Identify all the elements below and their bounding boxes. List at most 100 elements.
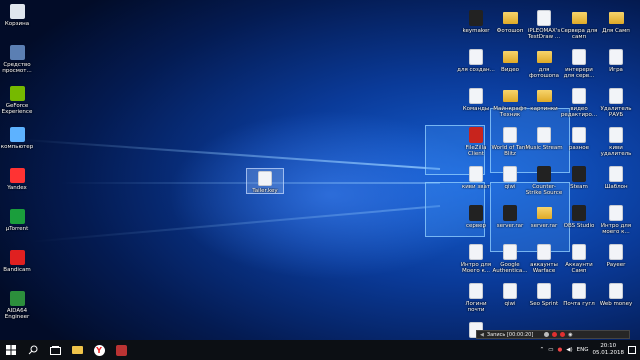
camera-icon[interactable]: ◉ bbox=[568, 332, 572, 338]
language-indicator[interactable]: ENG bbox=[577, 347, 589, 353]
desktop-shortcut[interactable]: Аккаунти Самп bbox=[560, 244, 598, 274]
desktop-shortcut[interactable]: Music Stream bbox=[525, 127, 563, 151]
shortcut-label: server.rar bbox=[496, 223, 524, 229]
document-icon bbox=[503, 127, 517, 143]
shortcut-label: Интро для Моего к... bbox=[460, 262, 492, 274]
desktop-shortcut[interactable]: Майнкрафт Техник bbox=[491, 88, 529, 118]
obs-icon bbox=[572, 205, 586, 221]
document-icon bbox=[537, 10, 551, 26]
desktop-shortcut[interactable]: для создан... bbox=[457, 49, 495, 73]
folder-icon bbox=[536, 90, 552, 102]
desktop-shortcut[interactable]: Yandex bbox=[0, 168, 34, 191]
desktop-shortcut[interactable]: server.rar bbox=[525, 205, 563, 229]
desktop-shortcut[interactable]: Payeer bbox=[597, 244, 635, 268]
desktop-shortcut[interactable]: Удалитель РАУБ bbox=[597, 88, 635, 118]
desktop-shortcut[interactable]: World of Tank Blitz bbox=[491, 127, 529, 157]
desktop-shortcut[interactable]: Корзина bbox=[0, 4, 34, 27]
desktop-shortcut[interactable]: FileZilla Client bbox=[457, 127, 495, 157]
shortcut-label: Видео bbox=[501, 67, 519, 73]
desktop-shortcut[interactable]: Web money bbox=[597, 283, 635, 307]
shortcut-label: Payeer bbox=[606, 262, 626, 268]
shortcut-label: Music Stream bbox=[525, 145, 563, 151]
winrar-icon bbox=[469, 205, 483, 221]
search-button[interactable] bbox=[22, 340, 44, 360]
desktop-shortcut[interactable]: Counter-Strike Source bbox=[525, 166, 563, 196]
desktop-shortcut[interactable]: Интро для моего к... bbox=[597, 205, 635, 235]
desktop-shortcut[interactable]: keymaker bbox=[457, 10, 495, 34]
desktop-shortcut[interactable]: Bandicam bbox=[0, 250, 34, 273]
shortcut-label: µTorrent bbox=[5, 226, 29, 232]
desktop-file-tailer-key[interactable]: Tailer.key bbox=[246, 168, 284, 194]
desktop-shortcut[interactable]: Средство просмот... bbox=[0, 45, 34, 74]
document-icon bbox=[609, 127, 623, 143]
desktop-shortcut[interactable]: для фотошопа bbox=[525, 49, 563, 79]
document-icon bbox=[537, 244, 551, 260]
desktop-shortcut[interactable]: OBS Studio bbox=[560, 205, 598, 229]
show-hidden-icons[interactable]: ⌃ bbox=[540, 347, 545, 353]
desktop-shortcut[interactable]: Шаблон bbox=[597, 166, 635, 190]
desktop-shortcut[interactable]: iPLEOMAX's TestDraw ... bbox=[525, 10, 563, 40]
document-icon bbox=[503, 244, 517, 260]
network-icon[interactable]: ▭ bbox=[548, 347, 553, 353]
cs-source-icon bbox=[537, 166, 551, 182]
desktop-shortcut[interactable]: сервер bbox=[457, 205, 495, 229]
desktop-shortcut[interactable]: qiwi bbox=[491, 166, 529, 190]
task-view-button[interactable] bbox=[44, 340, 66, 360]
document-icon bbox=[572, 244, 586, 260]
record-status-icon: ◀ bbox=[480, 331, 484, 338]
image-viewer-icon bbox=[9, 45, 25, 60]
shortcut-label: server.rar bbox=[530, 223, 558, 229]
task-view-icon bbox=[49, 345, 61, 355]
clock[interactable]: 20:10 05.01.2018 bbox=[593, 343, 625, 357]
desktop-shortcut[interactable]: интерери для серв... bbox=[560, 49, 598, 79]
desktop-shortcut[interactable]: Интро для Моего к... bbox=[457, 244, 495, 274]
desktop-shortcut[interactable]: Сервера для самп bbox=[560, 10, 598, 40]
bandicam-tray-icon[interactable]: ● bbox=[557, 347, 562, 353]
desktop-shortcut[interactable]: Почта гугл bbox=[560, 283, 598, 307]
desktop-shortcut[interactable]: видео редактиро... bbox=[560, 88, 598, 118]
desktop-shortcut[interactable]: Команды bbox=[457, 88, 495, 112]
desktop-shortcut[interactable]: Видео bbox=[491, 49, 529, 73]
file-explorer-button[interactable] bbox=[66, 340, 88, 360]
keymaker-icon bbox=[469, 10, 483, 26]
bandicam-button[interactable] bbox=[110, 340, 132, 360]
record-button[interactable] bbox=[560, 332, 566, 337]
folder-icon bbox=[71, 346, 83, 354]
desktop-shortcut[interactable]: разное bbox=[560, 127, 598, 151]
desktop-shortcut[interactable]: Seo Sprint bbox=[525, 283, 563, 307]
desktop-shortcut[interactable]: qiwi bbox=[491, 283, 529, 307]
document-icon bbox=[469, 283, 483, 299]
stop-button[interactable] bbox=[552, 332, 558, 337]
bandicam-icon bbox=[115, 344, 127, 356]
document-icon bbox=[609, 49, 623, 65]
pause-button[interactable] bbox=[544, 332, 550, 337]
desktop-shortcut[interactable]: Фотошоп bbox=[491, 10, 529, 34]
desktop-shortcut[interactable]: Steam bbox=[560, 166, 598, 190]
desktop-shortcut[interactable]: компьютер bbox=[0, 127, 34, 150]
desktop-shortcut[interactable]: картинки bbox=[525, 88, 563, 112]
desktop-shortcut[interactable]: Игра bbox=[597, 49, 635, 73]
desktop-shortcut[interactable]: server.rar bbox=[491, 205, 529, 229]
desktop-shortcut[interactable]: GeForce Experience bbox=[0, 86, 34, 115]
desktop-shortcut[interactable]: аккаунты Warface bbox=[525, 244, 563, 274]
yandex-browser-button[interactable]: Y bbox=[88, 340, 110, 360]
yandex-browser-icon bbox=[9, 168, 25, 183]
volume-icon[interactable]: ◀) bbox=[566, 347, 572, 353]
bandicam-icon bbox=[9, 250, 25, 265]
desktop-shortcut[interactable]: µTorrent bbox=[0, 209, 34, 232]
desktop-shortcut[interactable]: киви удалитель bbox=[597, 127, 635, 157]
notifications-icon[interactable] bbox=[628, 346, 636, 354]
desktop-shortcut[interactable]: киви зват bbox=[457, 166, 495, 190]
shortcut-label: Фотошоп bbox=[496, 28, 524, 34]
recording-toolbar[interactable]: ◀ Запись [00:00:20] ◉ bbox=[476, 330, 630, 339]
folder-icon bbox=[502, 90, 518, 102]
desktop-shortcut[interactable]: Google Authentica... bbox=[491, 244, 529, 274]
folder-icon bbox=[536, 207, 552, 219]
video-editor-icon bbox=[572, 88, 586, 104]
desktop-shortcut[interactable]: Логини почти bbox=[457, 283, 495, 313]
shortcut-label: Команды bbox=[462, 106, 490, 112]
start-button[interactable] bbox=[0, 340, 22, 360]
desktop-shortcut[interactable]: Для Самп bbox=[597, 10, 635, 34]
desktop-shortcut[interactable]: AIDA64 Engineer bbox=[0, 291, 34, 320]
shortcut-label: AIDA64 Engineer bbox=[4, 308, 30, 320]
